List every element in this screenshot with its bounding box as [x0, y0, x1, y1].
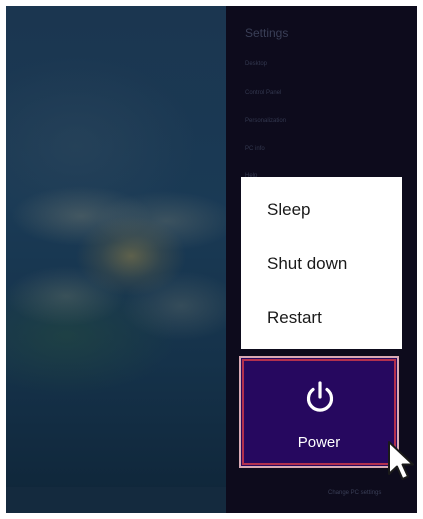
taskbar-strip [6, 487, 226, 513]
charm-item-personalization[interactable]: Personalization [245, 118, 286, 124]
charm-item-desktop[interactable]: Desktop [245, 61, 267, 67]
menu-item-restart[interactable]: Restart [267, 308, 322, 328]
charm-title: Settings [245, 26, 289, 40]
mouse-pointer-icon [388, 441, 414, 480]
menu-item-sleep[interactable]: Sleep [267, 200, 310, 220]
power-icon [306, 381, 334, 412]
power-options-menu: Sleep Shut down Restart [241, 177, 402, 349]
charm-item-control-panel[interactable]: Control Panel [245, 90, 281, 96]
change-pc-settings-link[interactable]: Change PC settings [328, 490, 381, 496]
desktop-wallpaper [6, 6, 226, 513]
menu-item-shut-down[interactable]: Shut down [267, 254, 347, 274]
power-button[interactable]: Power [239, 356, 399, 468]
charm-item-pc-info[interactable]: PC info [245, 146, 265, 152]
power-button-label: Power [297, 434, 341, 451]
